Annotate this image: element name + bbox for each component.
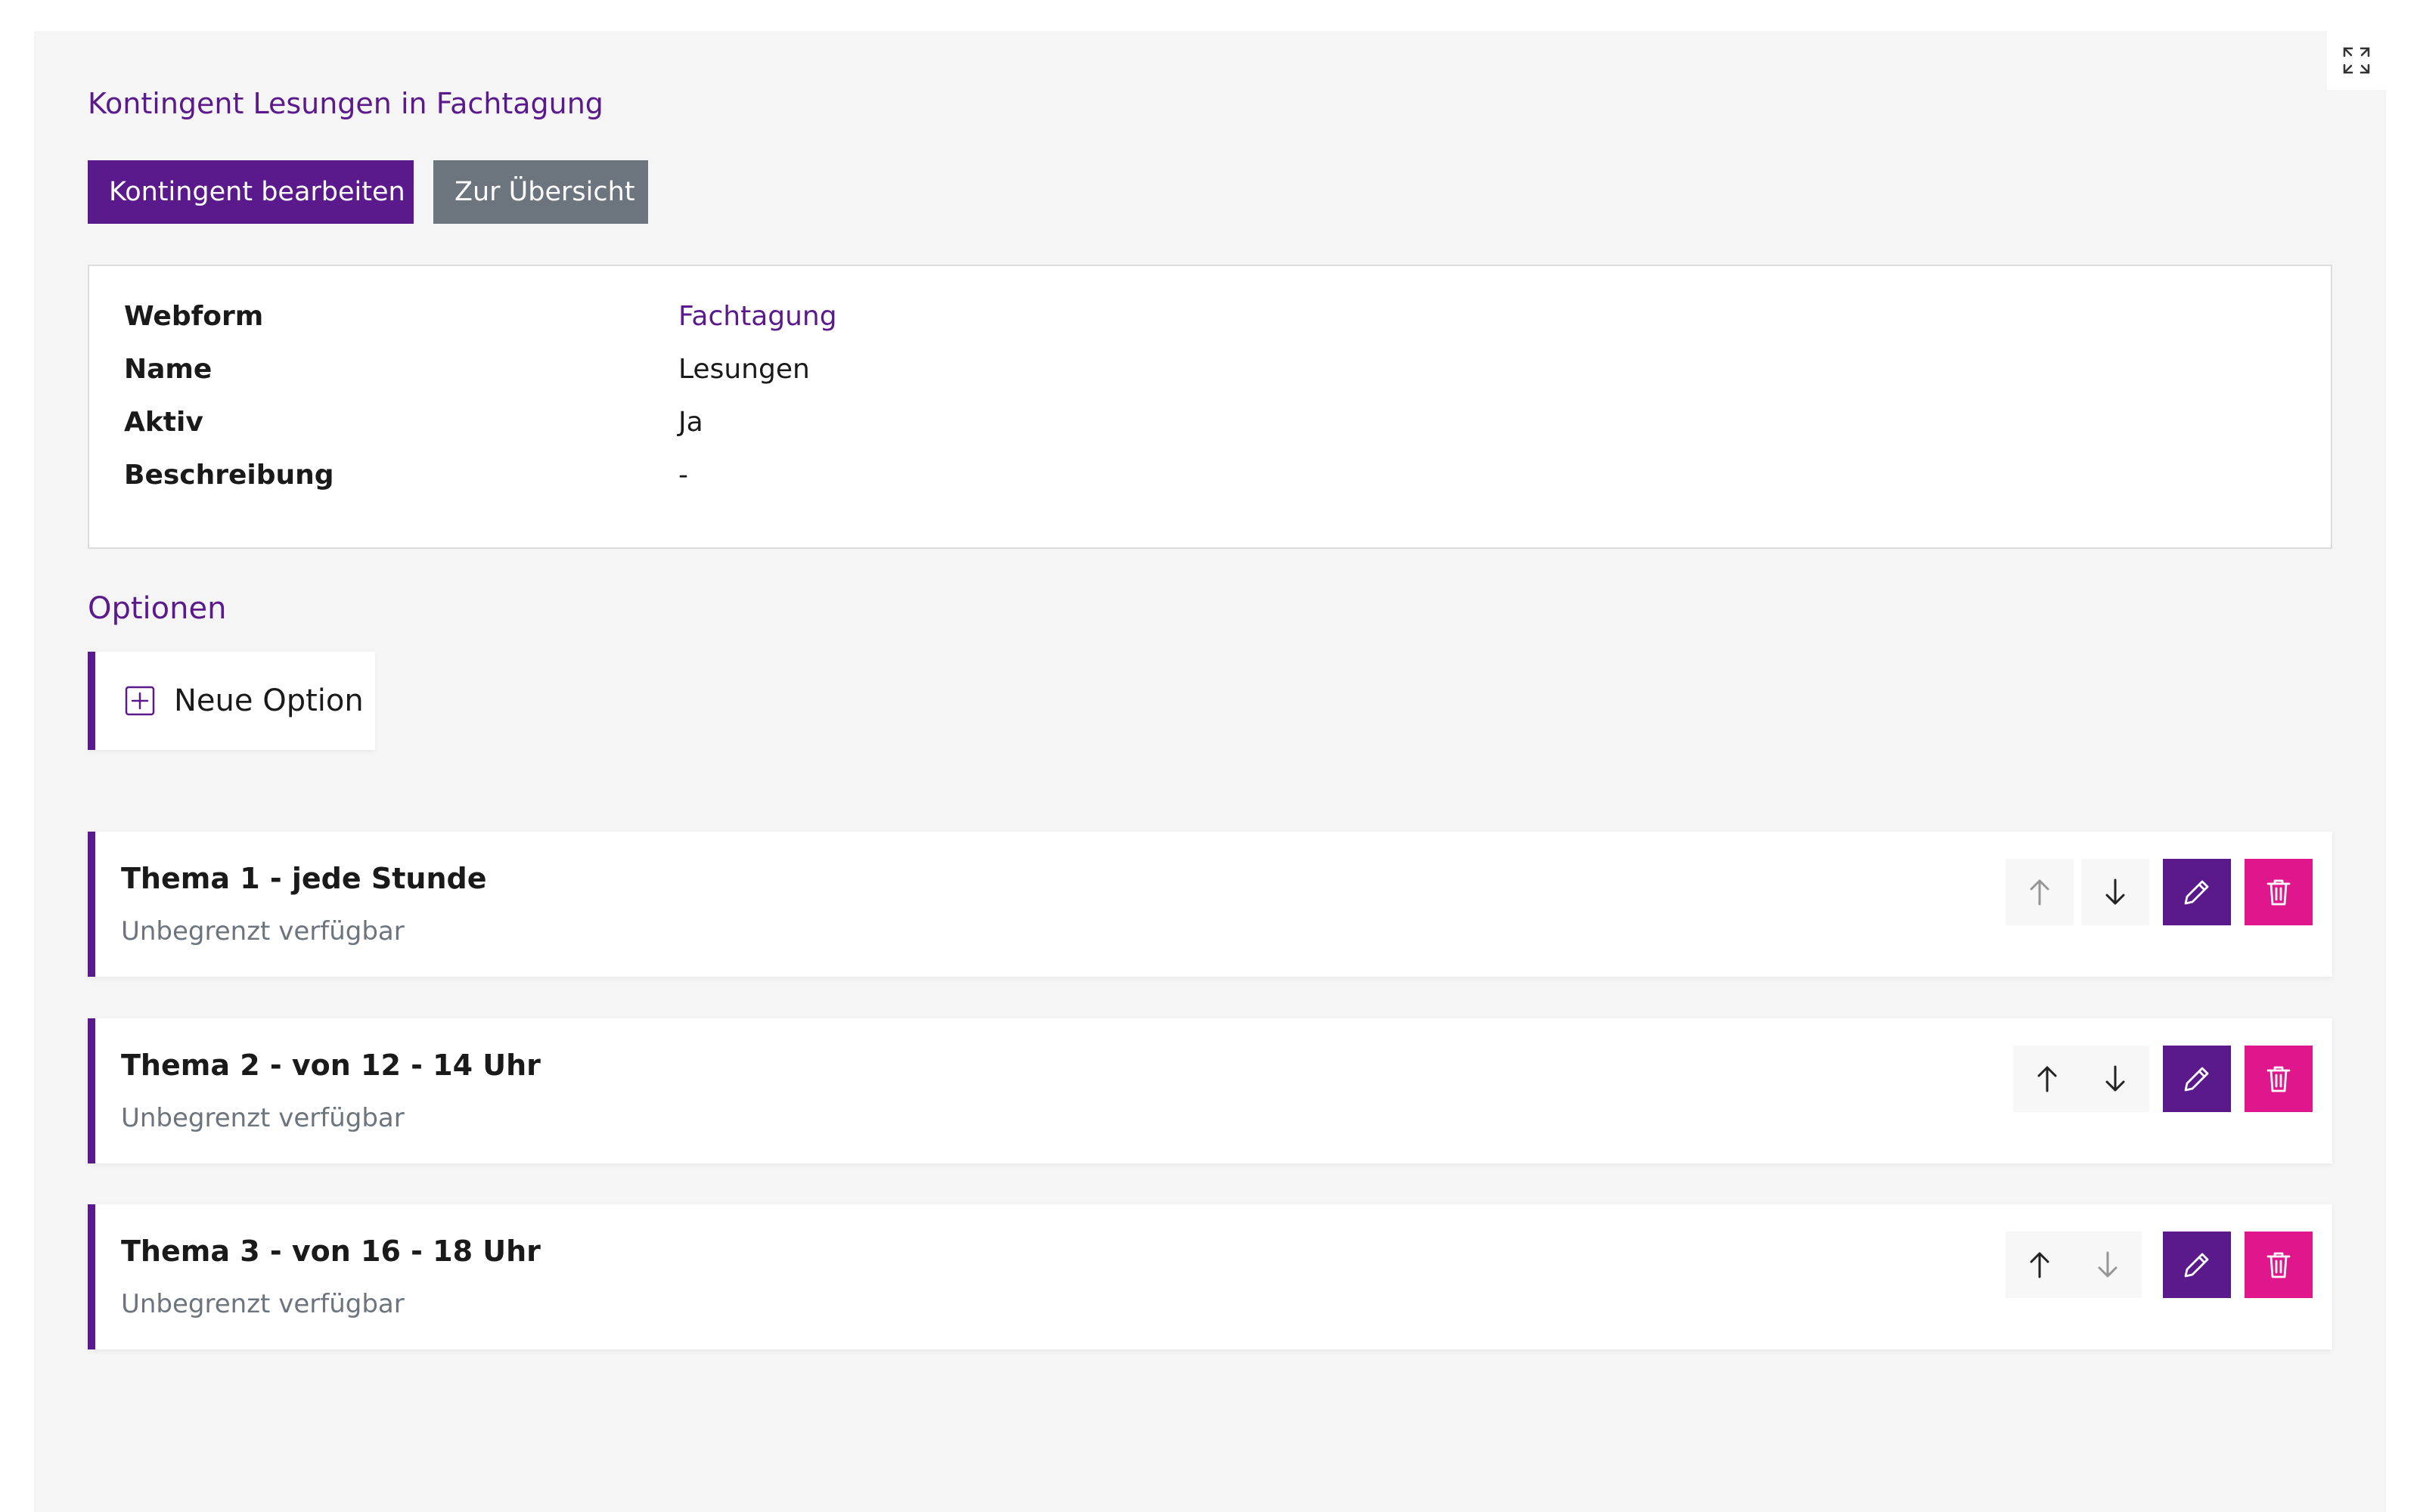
fullscreen-button[interactable]: [2327, 31, 2386, 90]
plus-square-icon: [124, 685, 156, 717]
trash-icon: [2266, 1252, 2291, 1278]
detail-value: Ja: [678, 406, 703, 438]
arrow-down-icon: [2105, 878, 2125, 905]
edit-quota-button[interactable]: Kontingent bearbeiten: [88, 160, 414, 224]
arrow-up-icon: [2030, 879, 2049, 906]
options-section-title: Optionen: [88, 591, 227, 626]
option-availability: Unbegrenzt verfügbar: [121, 1103, 405, 1133]
detail-row-name: Name Lesungen: [124, 346, 810, 392]
detail-row-active: Aktiv Ja: [124, 399, 703, 445]
option-availability: Unbegrenzt verfügbar: [121, 916, 405, 947]
webform-link[interactable]: Fachtagung: [678, 301, 837, 332]
page-title: Kontingent Lesungen in Fachtagung: [88, 87, 603, 120]
detail-label: Aktiv: [124, 406, 203, 438]
move-up-button[interactable]: [2013, 1046, 2081, 1112]
option-row: Thema 1 - jede Stunde Unbegrenzt verfügb…: [88, 832, 2332, 977]
expand-icon: [2343, 47, 2370, 74]
edit-option-button[interactable]: [2163, 1046, 2231, 1112]
details-card: Webform Fachtagung Name Lesungen Aktiv J…: [88, 265, 2332, 549]
trash-icon: [2266, 1066, 2291, 1092]
detail-value: -: [678, 459, 688, 491]
delete-option-button[interactable]: [2245, 1232, 2313, 1298]
delete-option-button[interactable]: [2245, 859, 2313, 925]
option-row: Thema 2 - von 12 - 14 Uhr Unbegrenzt ver…: [88, 1018, 2332, 1163]
move-up-button[interactable]: [2006, 1232, 2074, 1298]
option-title: Thema 3 - von 16 - 18 Uhr: [121, 1235, 541, 1268]
new-option-label: Neue Option: [174, 683, 364, 718]
detail-row-webform: Webform Fachtagung: [124, 293, 837, 339]
arrow-up-icon: [2037, 1066, 2057, 1092]
move-up-button[interactable]: [2006, 859, 2074, 925]
arrow-down-icon: [2105, 1065, 2125, 1092]
pencil-icon: [2184, 1253, 2209, 1278]
edit-option-button[interactable]: [2163, 859, 2231, 925]
option-availability: Unbegrenzt verfügbar: [121, 1289, 405, 1319]
detail-value: Lesungen: [678, 353, 810, 385]
trash-icon: [2266, 879, 2291, 906]
detail-label: Webform: [124, 300, 264, 332]
detail-label: Beschreibung: [124, 459, 334, 491]
move-down-button[interactable]: [2081, 859, 2149, 925]
arrow-down-icon: [2098, 1251, 2118, 1278]
option-row: Thema 3 - von 16 - 18 Uhr Unbegrenzt ver…: [88, 1204, 2332, 1349]
detail-label: Name: [124, 353, 213, 385]
pencil-icon: [2184, 1067, 2209, 1092]
pencil-icon: [2184, 880, 2209, 905]
edit-option-button[interactable]: [2163, 1232, 2231, 1298]
delete-option-button[interactable]: [2245, 1046, 2313, 1112]
option-title: Thema 2 - von 12 - 14 Uhr: [121, 1049, 541, 1082]
move-down-button[interactable]: [2074, 1232, 2142, 1298]
new-option-button[interactable]: Neue Option: [88, 652, 375, 750]
arrow-up-icon: [2030, 1252, 2049, 1278]
detail-row-description: Beschreibung -: [124, 452, 688, 497]
option-title: Thema 1 - jede Stunde: [121, 862, 487, 895]
overview-button[interactable]: Zur Übersicht: [433, 160, 648, 224]
move-down-button[interactable]: [2081, 1046, 2149, 1112]
